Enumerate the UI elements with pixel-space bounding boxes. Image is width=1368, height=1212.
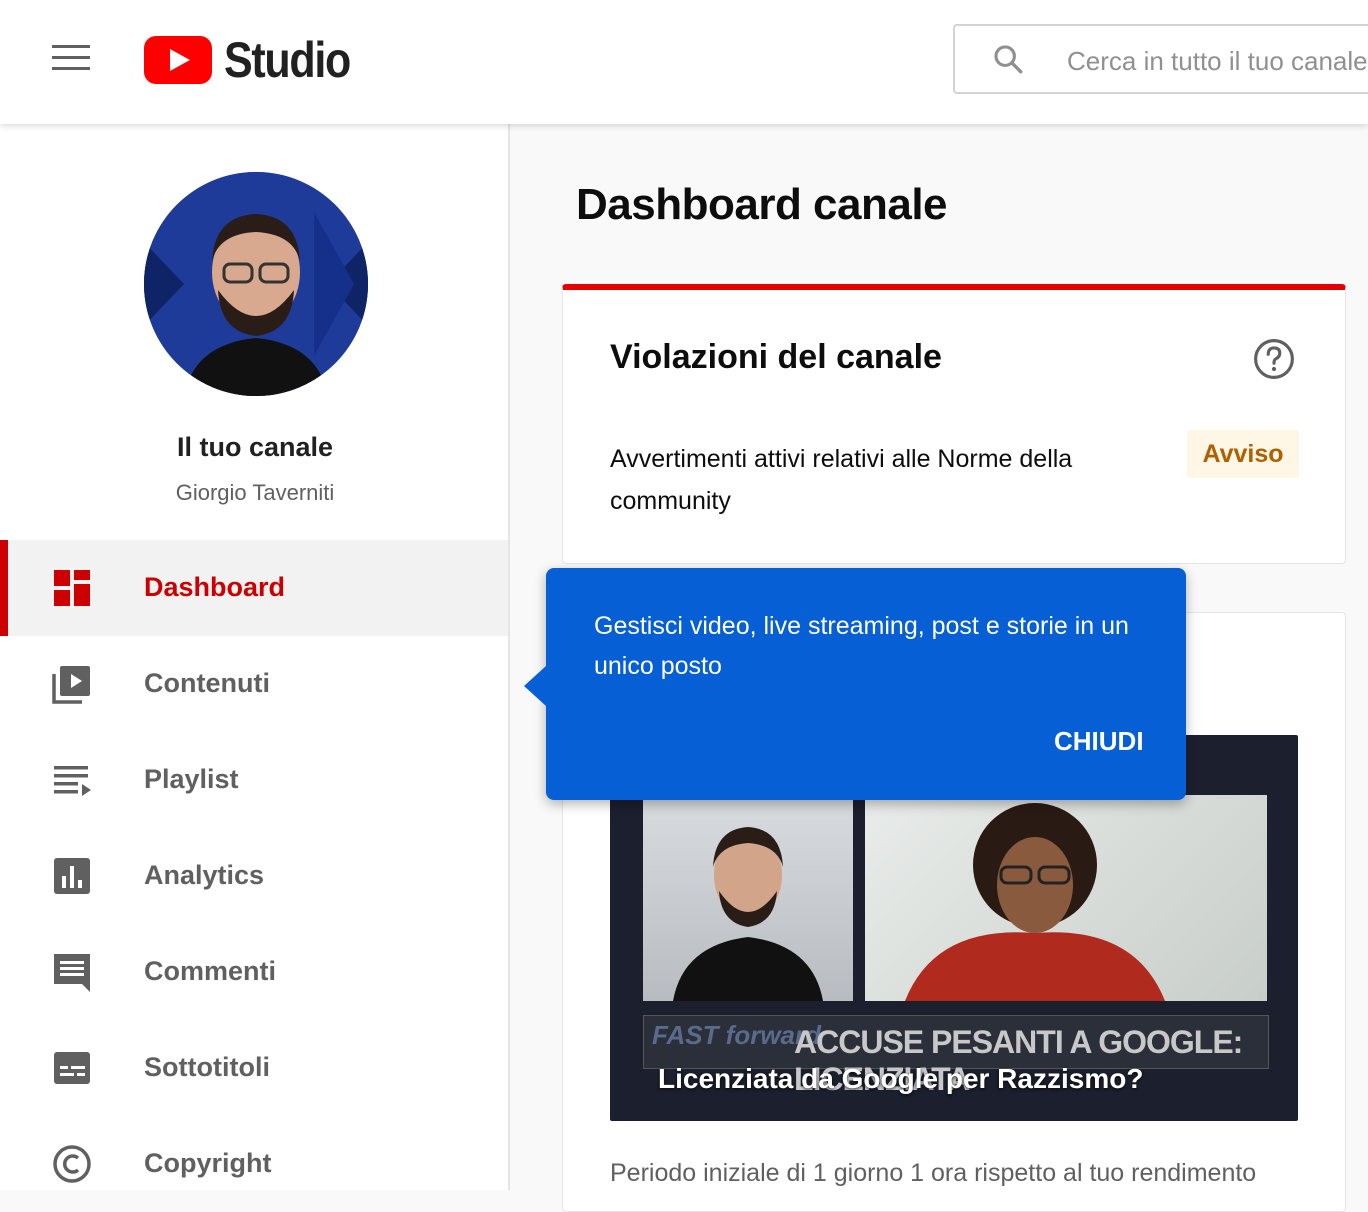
search-icon[interactable] [991,42,1025,76]
thumbnail-guest-image [865,795,1267,1001]
thumbnail-presenter-image [643,795,853,1001]
sidebar-item-label: Playlist [144,764,239,794]
analytics-icon [54,858,90,894]
hamburger-menu-icon[interactable] [52,45,92,77]
warning-status-badge: Avviso [1187,430,1299,478]
search-input[interactable] [1065,40,1368,82]
sidebar-item-label: Commenti [144,956,277,986]
sidebar-item-label: Analytics [144,860,265,890]
search-box[interactable] [953,24,1368,94]
tooltip-close-button[interactable]: CHIUDI [1054,726,1144,757]
subtitles-icon [54,1052,90,1084]
channel-owner-name: Giorgio Taverniti [175,480,335,505]
sidebar-item-label: Contenuti [144,668,270,698]
video-performance-text: Periodo iniziale di 1 giorno 1 ora rispe… [610,1159,1257,1187]
dashboard-icon [54,570,90,606]
thumbnail-banner: FAST forward ACCUSE PESANTI A GOOGLE: LI… [643,1015,1269,1097]
sidebar-item-playlist[interactable]: Playlist [0,732,508,828]
copyright-icon [53,1145,91,1183]
sidebar-item-dashboard[interactable]: Dashboard [0,540,508,636]
logo-text: Studio [224,32,351,88]
help-icon[interactable] [1253,338,1295,380]
content-icon [52,666,90,704]
channel-avatar[interactable] [144,172,368,396]
onboarding-tooltip: Gestisci video, live streaming, post e s… [524,568,1186,800]
sidebar-item-analytics[interactable]: Analytics [0,828,508,924]
channel-violations-card: Violazioni del canale Avvertimenti attiv… [562,284,1346,564]
comments-icon [54,954,90,992]
violations-card-title: Violazioni del canale [610,338,942,376]
sidebar: Il tuo canale Giorgio Taverniti Dashboar… [0,124,510,1190]
page-title: Dashboard canale [576,180,948,229]
youtube-studio-logo[interactable]: Studio [144,32,371,88]
sidebar-item-label: Sottotitoli [144,1052,270,1082]
sidebar-item-sottotitoli[interactable]: Sottotitoli [0,1020,508,1116]
channel-title: Il tuo canale [176,432,334,462]
sidebar-item-label: Dashboard [144,572,286,602]
violations-card-text: Avvertimenti attivi relativi alle Norme … [610,445,1073,515]
video-title[interactable]: Licenziata da Google per Razzismo? [658,1063,1143,1095]
sidebar-nav: Dashboard Contenuti Playlist Analytics C… [0,540,508,1212]
top-bar: Studio [0,0,1368,124]
sidebar-item-copyright[interactable]: Copyright [0,1116,508,1212]
sidebar-item-label: Copyright [144,1148,272,1178]
tooltip-text: Gestisci video, live streaming, post e s… [594,612,1129,680]
youtube-play-icon [144,36,212,84]
playlist-icon [54,766,91,796]
sidebar-item-commenti[interactable]: Commenti [0,924,508,1020]
sidebar-item-contenuti[interactable]: Contenuti [0,636,508,732]
